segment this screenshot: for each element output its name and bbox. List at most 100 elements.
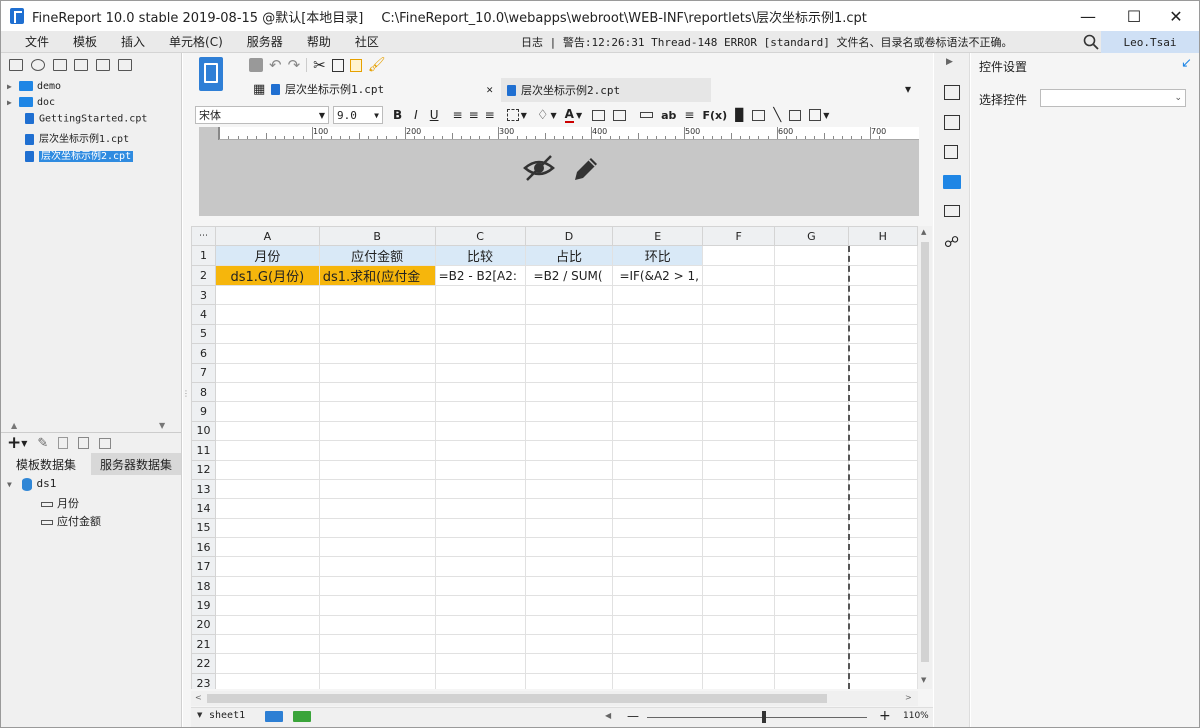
- cell[interactable]: [774, 575, 849, 597]
- row-header[interactable]: 7: [191, 362, 216, 383]
- cell[interactable]: [434, 323, 526, 345]
- data-column-icon[interactable]: [944, 205, 960, 217]
- font-color-icon[interactable]: A: [564, 107, 574, 123]
- cell-b1[interactable]: 应付金额: [318, 245, 436, 266]
- cell[interactable]: [847, 478, 918, 500]
- cell[interactable]: [847, 595, 918, 616]
- cell[interactable]: [318, 440, 436, 461]
- cell[interactable]: [701, 304, 776, 325]
- cell[interactable]: [701, 653, 776, 674]
- cell[interactable]: [774, 440, 849, 461]
- font-size-select[interactable]: 9.0 ▼: [333, 106, 383, 124]
- cell-c1[interactable]: 比较: [434, 245, 526, 266]
- cell[interactable]: [612, 517, 703, 539]
- cell[interactable]: [434, 459, 526, 480]
- cell-g2[interactable]: [774, 265, 849, 286]
- cell[interactable]: [701, 284, 776, 306]
- cell[interactable]: [434, 498, 526, 519]
- row-header[interactable]: 9: [191, 401, 216, 422]
- cell[interactable]: [434, 556, 526, 577]
- cell[interactable]: [318, 304, 436, 325]
- cell[interactable]: [318, 634, 436, 655]
- cell[interactable]: [318, 672, 436, 689]
- cell[interactable]: [524, 362, 614, 383]
- cell[interactable]: [318, 517, 436, 539]
- column-header[interactable]: H: [847, 226, 918, 246]
- cell[interactable]: [318, 653, 436, 674]
- cell[interactable]: [612, 381, 703, 403]
- cell[interactable]: [701, 420, 776, 442]
- cell[interactable]: [434, 381, 526, 403]
- cell[interactable]: [434, 517, 526, 539]
- tree-item-example1[interactable]: 层次坐标示例1.cpt: [7, 130, 177, 147]
- dataset-field[interactable]: 月份: [7, 495, 177, 513]
- cell[interactable]: [524, 614, 614, 636]
- cell[interactable]: [434, 672, 526, 689]
- menu-cell[interactable]: 单元格(C): [169, 33, 223, 50]
- cell[interactable]: [847, 381, 918, 403]
- cell[interactable]: [847, 343, 918, 364]
- zoom-in-icon[interactable]: +: [879, 708, 891, 724]
- cell[interactable]: [774, 653, 849, 674]
- cell[interactable]: [847, 672, 918, 689]
- cell-c2[interactable]: =B2 - B2[A2:: [434, 265, 526, 286]
- cell[interactable]: [612, 672, 703, 689]
- cell[interactable]: [214, 537, 320, 558]
- cell[interactable]: [774, 304, 849, 325]
- cell[interactable]: [612, 420, 703, 442]
- column-header[interactable]: D: [524, 226, 614, 246]
- expand-arrow-icon[interactable]: ▶: [7, 82, 19, 91]
- add-dataset-icon[interactable]: +: [7, 433, 21, 453]
- hscroll-thumb[interactable]: [207, 694, 827, 703]
- cell[interactable]: [434, 362, 526, 383]
- cell[interactable]: [701, 537, 776, 558]
- cell[interactable]: [612, 653, 703, 674]
- menu-help[interactable]: 帮助: [307, 33, 331, 50]
- cell[interactable]: [318, 575, 436, 597]
- cell-a1[interactable]: 月份: [214, 245, 320, 266]
- cell[interactable]: [774, 459, 849, 480]
- cell[interactable]: [318, 362, 436, 383]
- tree-item-gettingstarted[interactable]: GettingStarted.cpt: [7, 113, 177, 130]
- cell-h1[interactable]: [847, 245, 918, 266]
- cell[interactable]: [318, 478, 436, 500]
- border-dropdown-icon[interactable]: ▼: [521, 111, 527, 120]
- cell[interactable]: [524, 401, 614, 422]
- unmerge-cells-icon[interactable]: [613, 109, 627, 121]
- tab-list-icon[interactable]: ▾: [905, 82, 911, 96]
- row-header[interactable]: 19: [191, 595, 216, 616]
- cell[interactable]: [434, 653, 526, 674]
- cell[interactable]: [701, 517, 776, 539]
- cell[interactable]: [318, 401, 436, 422]
- cell[interactable]: [847, 459, 918, 480]
- cell[interactable]: [434, 537, 526, 558]
- tab-example2[interactable]: 层次坐标示例2.cpt: [501, 78, 711, 102]
- column-header[interactable]: F: [701, 226, 776, 246]
- cell[interactable]: [318, 284, 436, 306]
- border-icon[interactable]: [506, 109, 519, 121]
- cell[interactable]: [612, 284, 703, 306]
- panel-splitter[interactable]: ▲ ▼: [1, 421, 181, 433]
- cell-e2[interactable]: =IF(&A2 > 1,: [612, 265, 703, 286]
- cell[interactable]: [847, 537, 918, 558]
- redo-icon[interactable]: ↷: [288, 56, 301, 74]
- cell[interactable]: [524, 537, 614, 558]
- paste-icon[interactable]: [349, 58, 362, 72]
- cell-f1[interactable]: [701, 245, 776, 266]
- tree-item-demo[interactable]: ▶ demo: [7, 81, 177, 97]
- select-all-corner[interactable]: ⋯: [191, 226, 216, 246]
- cell[interactable]: [524, 323, 614, 345]
- cell[interactable]: [774, 284, 849, 306]
- cell[interactable]: [524, 517, 614, 539]
- row-header[interactable]: 21: [191, 634, 216, 655]
- cell[interactable]: [774, 517, 849, 539]
- cell[interactable]: [612, 440, 703, 461]
- tab-template-dataset[interactable]: 模板数据集: [1, 453, 91, 475]
- cell[interactable]: [774, 672, 849, 689]
- row-header[interactable]: 17: [191, 556, 216, 577]
- close-tab-icon[interactable]: ✕: [486, 83, 493, 96]
- cell[interactable]: [214, 343, 320, 364]
- menu-community[interactable]: 社区: [355, 33, 379, 50]
- zoom-left-icon[interactable]: ◀: [605, 711, 611, 720]
- left-splitter-grip[interactable]: ⋮: [182, 389, 190, 399]
